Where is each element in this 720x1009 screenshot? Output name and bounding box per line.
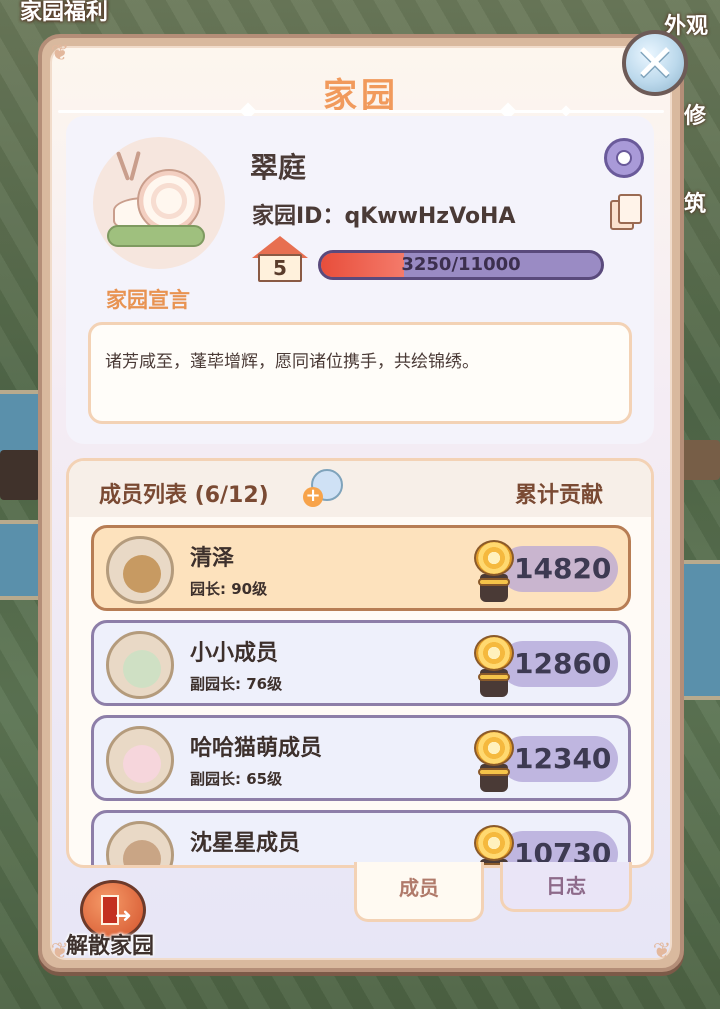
member-role: 副园长: 76级 [190,675,283,693]
home-name: 翠庭 [250,151,307,184]
member-name: 哈哈猫萌成员 [190,736,323,761]
title-divider [58,110,664,113]
snail-horn [129,150,141,182]
trophy-snail [474,635,514,671]
member-row[interactable]: 小小成员 副园长: 76级 12860 [91,620,631,706]
experience-text: 3250/11000 [401,254,521,275]
member-score: 12860 [514,647,612,680]
level-house-icon: 5 [252,236,308,284]
avatar-figure [123,840,161,865]
member-role: 园长: 90级 [190,580,268,598]
tab-members[interactable]: 成员 [354,862,484,922]
member-row[interactable]: 哈哈猫萌成员 副园长: 65级 12340 [91,715,631,801]
member-avatar [106,821,174,865]
snail-horn [115,151,131,181]
member-score: 12340 [514,742,612,775]
contribution-header: 累计贡献 [514,483,603,508]
member-name: 清泽 [190,546,235,571]
member-list-header: 成员列表 (6/12) + 累计贡献 [69,461,651,517]
close-button[interactable]: ✕ [622,30,688,96]
arrow-right-icon: ➜ [115,903,132,927]
corner-ornament: ❦ [652,939,672,964]
plus-icon: + [303,487,323,507]
manifesto-box: 诸芳咸至，蓬荜增辉，愿同诸位携手，共绘锦绣。 [88,322,632,424]
invite-member-icon[interactable]: + [303,469,343,509]
manifesto-text: 诸芳咸至，蓬荜增辉，愿同诸位携手，共绘锦绣。 [105,352,479,372]
home-id: 家园ID：qKwwHzVoHA [252,198,516,230]
member-name: 沈星星成员 [190,831,301,856]
member-avatar [106,536,174,604]
avatar-figure [123,650,161,688]
snail-trophy-icon [470,534,518,606]
close-icon: ✕ [634,34,676,92]
member-row[interactable]: 清泽 园长: 90级 14820 [91,525,631,611]
member-score: 14820 [514,552,612,585]
side-label-build[interactable]: 筑 [684,186,706,218]
home-id-value: qKwwHzVoHA [344,204,516,229]
home-id-label: 家园ID： [252,204,345,229]
avatar-figure [123,745,161,783]
snail-shell [137,169,201,233]
side-label-repair[interactable]: 修 [684,98,706,130]
member-avatar [106,726,174,794]
trophy-band [478,768,510,776]
copy-page-front [618,194,642,224]
tab-log[interactable]: 日志 [500,862,632,912]
snail-trophy-icon [470,819,518,865]
member-role: 副园长: 65级 [190,770,283,788]
experience-bar: 3250/11000 [318,250,604,280]
member-list-card: 成员列表 (6/12) + 累计贡献 清泽 园长: 90级 14820 小小成员… [66,458,654,868]
manifesto-link[interactable]: 家园宣言 [106,284,190,314]
trophy-band [478,578,510,586]
member-name: 小小成员 [190,641,279,666]
snail-trophy-icon [470,629,518,701]
dissolve-home-label[interactable]: 解散家园 [66,928,154,960]
home-welfare-label[interactable]: 家园福利 [20,0,108,26]
member-avatar [106,631,174,699]
building-roof [0,450,40,500]
pond [680,560,720,700]
member-row[interactable]: 沈星星成员 10730 [91,810,631,865]
trophy-band [478,673,510,681]
trophy-snail [474,540,514,576]
corner-ornament: ❦ [50,41,70,66]
avatar-figure [123,555,161,593]
trophy-snail [474,825,514,861]
building-roof [680,440,720,480]
gear-icon[interactable] [604,138,644,178]
snail-trophy-icon [470,724,518,796]
snail-moss [107,225,205,247]
trophy-snail [474,730,514,766]
home-level: 5 [258,254,302,282]
member-list-title: 成员列表 (6/12) [99,483,269,508]
copy-icon[interactable] [610,194,644,232]
home-avatar[interactable] [93,137,225,269]
